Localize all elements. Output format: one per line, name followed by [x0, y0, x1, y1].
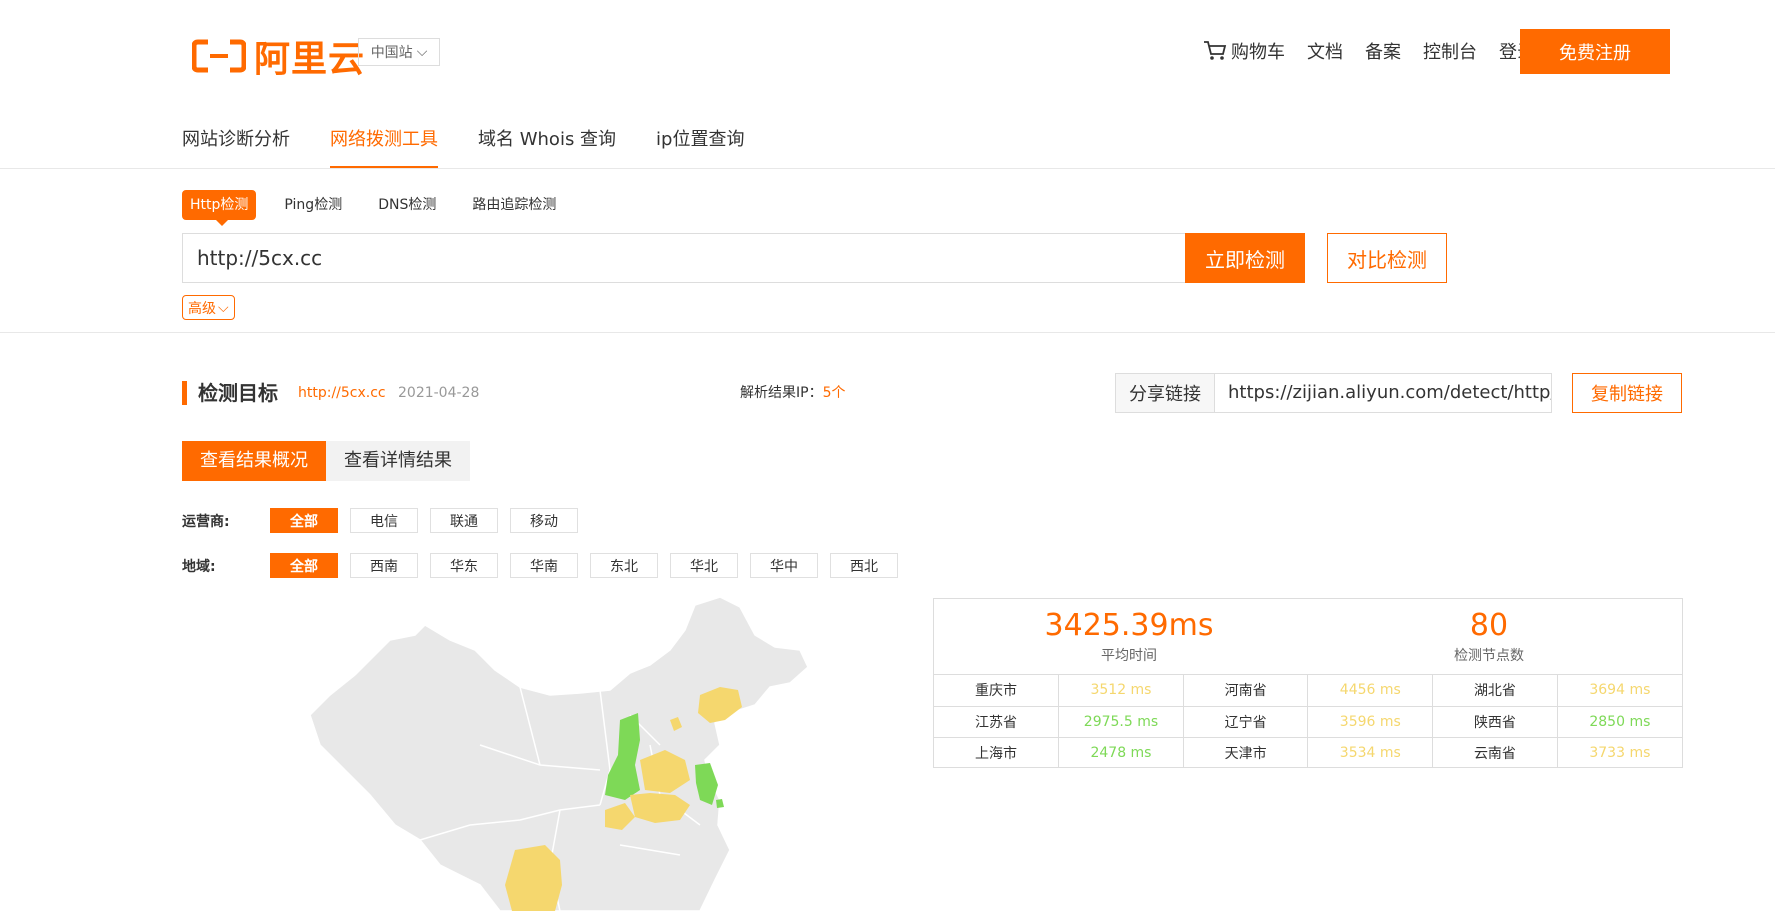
stats-summary: 3425.39ms 平均时间 80 检测节点数 — [934, 599, 1682, 675]
region-southwest[interactable]: 西南 — [350, 553, 418, 578]
tab-overview[interactable]: 查看结果概况 — [182, 441, 326, 481]
nav-cart-label: 购物车 — [1231, 42, 1285, 63]
response-time-cell: 4456 ms — [1307, 675, 1434, 707]
response-time-cell: 2850 ms — [1557, 706, 1682, 738]
region-name-cell: 陕西省 — [1432, 706, 1558, 738]
response-time-cell: 3534 ms — [1307, 737, 1434, 768]
region-name-cell: 河南省 — [1183, 675, 1309, 707]
carrier-filter-label: 运营商: — [182, 513, 230, 530]
ip-result-label: 解析结果IP： — [740, 385, 823, 401]
carrier-unicom[interactable]: 联通 — [430, 508, 498, 533]
region-name-cell: 湖北省 — [1432, 675, 1558, 707]
chevron-down-icon: ⌵ — [416, 44, 428, 60]
region-central[interactable]: 华中 — [750, 553, 818, 578]
avg-time-value: 3425.39ms — [1044, 608, 1214, 643]
site-select-label: 中国站 — [370, 45, 413, 61]
region-northwest[interactable]: 西北 — [830, 553, 898, 578]
nav-console[interactable]: 控制台 — [1423, 38, 1477, 64]
region-northeast[interactable]: 东北 — [590, 553, 658, 578]
compare-button[interactable]: 对比检测 — [1327, 233, 1447, 283]
response-time-cell: 3512 ms — [1058, 675, 1184, 707]
target-title: 检测目标 — [198, 381, 278, 405]
china-map[interactable] — [300, 595, 820, 911]
region-north[interactable]: 华北 — [670, 553, 738, 578]
node-count-stat: 80 检测节点数 — [1339, 607, 1639, 665]
share-label: 分享链接 — [1115, 373, 1215, 413]
subtab-ping[interactable]: Ping检测 — [276, 190, 350, 220]
table-row: 上海市 2478 ms 天津市 3534 ms 云南省 3733 ms — [934, 737, 1682, 768]
response-time-cell: 3694 ms — [1557, 675, 1682, 707]
map-province-shanghai[interactable] — [716, 799, 724, 808]
carrier-all[interactable]: 全部 — [270, 508, 338, 533]
top-header: 阿里云 中国站 ⌵ 购物车 文档 备案 控制台 登录 免费注册 — [0, 0, 1775, 96]
view-tabs: 查看结果概况 查看详情结果 — [182, 441, 470, 481]
site-select[interactable]: 中国站 ⌵ — [358, 38, 440, 66]
response-time-cell: 3733 ms — [1589, 744, 1651, 761]
response-time-cell: 2975.5 ms — [1058, 706, 1184, 738]
subtab-http[interactable]: Http检测 — [182, 190, 257, 226]
divider — [0, 168, 1775, 169]
aliyun-logo[interactable]: 阿里云 — [192, 30, 365, 82]
region-filter: 地域: 全部 西南 华东 华南 东北 华北 华中 西北 — [182, 553, 910, 578]
ip-count[interactable]: 5个 — [823, 385, 846, 401]
region-filter-label: 地域: — [182, 558, 216, 575]
subtab-traceroute[interactable]: 路由追踪检测 — [464, 190, 564, 220]
section-marker — [182, 381, 187, 405]
response-time-cell: 3596 ms — [1307, 706, 1434, 738]
region-name-cell: 江苏省 — [934, 706, 1060, 738]
target-url[interactable]: http://5cx.cc — [298, 378, 386, 408]
tab-whois[interactable]: 域名 Whois 查询 — [478, 118, 616, 168]
nav-docs[interactable]: 文档 — [1307, 38, 1343, 64]
region-name-cell: 辽宁省 — [1183, 706, 1309, 738]
carrier-telecom[interactable]: 电信 — [350, 508, 418, 533]
stats-table: 重庆市 3512 ms 河南省 4456 ms 湖北省 3694 ms 江苏省 2975.5 … — [934, 675, 1682, 768]
top-nav: 购物车 文档 备案 控制台 登录 — [1203, 38, 1535, 64]
aliyun-bracket-icon — [192, 39, 246, 73]
avg-time-stat: 3425.39ms 平均时间 — [979, 607, 1279, 665]
region-all[interactable]: 全部 — [270, 553, 338, 578]
tab-details[interactable]: 查看详情结果 — [326, 441, 470, 481]
main-tabs: 网站诊断分析 网络拨测工具 域名 Whois 查询 ip位置查询 — [182, 118, 744, 168]
advanced-label: 高级 — [188, 300, 216, 317]
nav-filing[interactable]: 备案 — [1365, 38, 1401, 64]
subtab-dns[interactable]: DNS检测 — [370, 190, 444, 220]
carrier-filter: 运营商: 全部 电信 联通 移动 — [182, 508, 590, 533]
target-date: 2021-04-28 — [398, 385, 480, 401]
region-name-cell: 天津市 — [1183, 737, 1309, 768]
chevron-down-icon: ⌵ — [218, 299, 229, 316]
table-row: 重庆市 3512 ms 河南省 4456 ms 湖北省 3694 ms — [934, 675, 1682, 707]
cart-icon — [1204, 41, 1227, 60]
avg-time-label: 平均时间 — [1101, 648, 1157, 664]
sub-tabs: Http检测 Ping检测 DNS检测 路由追踪检测 — [182, 190, 564, 226]
ip-result: 解析结果IP：5个 — [740, 378, 846, 408]
share-link-input[interactable]: https://zijian.aliyun.com/detect/http/HT… — [1214, 373, 1552, 413]
tab-network-probe[interactable]: 网络拨测工具 — [330, 118, 438, 168]
advanced-toggle[interactable]: 高级 ⌵ — [182, 295, 235, 320]
node-count-value: 80 — [1469, 608, 1509, 643]
region-name-cell: 云南省 — [1432, 737, 1558, 768]
register-button[interactable]: 免费注册 — [1520, 29, 1670, 74]
carrier-mobile[interactable]: 移动 — [510, 508, 578, 533]
region-name-cell: 上海市 — [934, 737, 1060, 768]
nav-cart[interactable]: 购物车 — [1203, 38, 1285, 64]
url-input[interactable]: http://5cx.cc — [182, 233, 1186, 283]
region-east[interactable]: 华东 — [430, 553, 498, 578]
logo-text: 阿里云 — [254, 39, 366, 80]
region-name-cell: 重庆市 — [934, 675, 1060, 707]
stats-panel: 3425.39ms 平均时间 80 检测节点数 重庆市 3512 ms 河南省 445… — [933, 598, 1683, 768]
tab-site-diagnosis[interactable]: 网站诊断分析 — [182, 118, 290, 168]
table-row: 江苏省 2975.5 ms 辽宁省 3596 ms 陕西省 2850 ms — [934, 706, 1682, 738]
detect-button[interactable]: 立即检测 — [1185, 233, 1305, 283]
response-time-cell: 2478 ms — [1058, 737, 1184, 768]
node-count-label: 检测节点数 — [1454, 648, 1524, 664]
copy-link-button[interactable]: 复制链接 — [1572, 373, 1682, 413]
region-south[interactable]: 华南 — [510, 553, 578, 578]
china-map-svg — [309, 596, 809, 911]
tab-ip-location[interactable]: ip位置查询 — [656, 118, 744, 168]
divider — [0, 332, 1775, 333]
